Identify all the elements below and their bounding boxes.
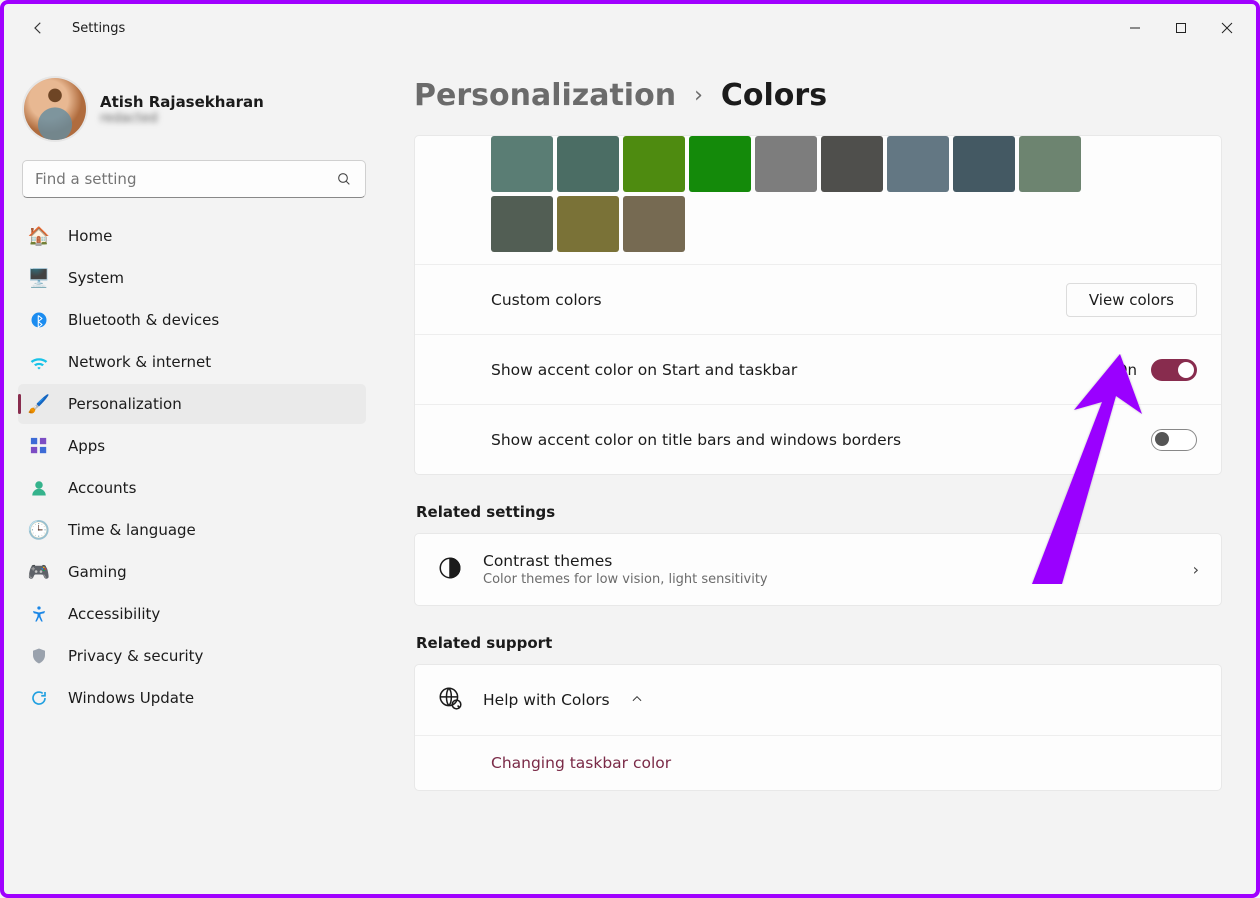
sidebar-item-label: Bluetooth & devices bbox=[68, 311, 219, 329]
sidebar-item-label: System bbox=[68, 269, 124, 287]
contrast-themes-card[interactable]: Contrast themes Color themes for low vis… bbox=[414, 533, 1222, 606]
titlebar: Settings bbox=[4, 4, 1256, 52]
chevron-up-icon bbox=[630, 691, 644, 710]
sidebar-item-bluetooth[interactable]: Bluetooth & devices bbox=[18, 300, 366, 340]
sidebar-item-label: Privacy & security bbox=[68, 647, 203, 665]
sidebar-item-system[interactable]: 🖥️ System bbox=[18, 258, 366, 298]
breadcrumb-parent[interactable]: Personalization bbox=[414, 78, 676, 113]
accent-title-label: Show accent color on title bars and wind… bbox=[491, 431, 1151, 449]
color-swatch[interactable] bbox=[689, 136, 751, 192]
accent-titlebar-row: Show accent color on title bars and wind… bbox=[415, 404, 1221, 474]
color-swatch[interactable] bbox=[887, 136, 949, 192]
toggle-state-label: On bbox=[1116, 361, 1137, 379]
maximize-button[interactable] bbox=[1158, 8, 1204, 48]
color-swatch[interactable] bbox=[623, 136, 685, 192]
search-icon bbox=[333, 171, 355, 187]
sidebar-item-label: Personalization bbox=[68, 395, 182, 413]
color-swatch[interactable] bbox=[953, 136, 1015, 192]
sidebar-item-update[interactable]: Windows Update bbox=[18, 678, 366, 718]
apps-icon bbox=[28, 435, 50, 457]
personalization-icon: 🖌️ bbox=[28, 393, 50, 415]
sidebar-item-label: Home bbox=[68, 227, 112, 245]
custom-colors-row: Custom colors View colors bbox=[415, 264, 1221, 334]
user-email: redacted bbox=[100, 111, 264, 126]
sidebar-item-gaming[interactable]: 🎮 Gaming bbox=[18, 552, 366, 592]
sidebar-item-accounts[interactable]: Accounts bbox=[18, 468, 366, 508]
sidebar-item-label: Time & language bbox=[68, 521, 196, 539]
color-swatch[interactable] bbox=[491, 196, 553, 252]
network-icon bbox=[28, 351, 50, 373]
accent-title-toggle[interactable] bbox=[1151, 429, 1197, 451]
view-colors-button[interactable]: View colors bbox=[1066, 283, 1197, 317]
sidebar-item-label: Windows Update bbox=[68, 689, 194, 707]
color-swatch[interactable] bbox=[1019, 136, 1081, 192]
custom-colors-label: Custom colors bbox=[491, 291, 1066, 309]
sidebar-item-apps[interactable]: Apps bbox=[18, 426, 366, 466]
contrast-title: Contrast themes bbox=[483, 552, 1173, 570]
search-field[interactable] bbox=[35, 170, 333, 188]
back-button[interactable] bbox=[24, 14, 52, 42]
related-support-heading: Related support bbox=[416, 634, 1222, 652]
help-colors-panel: Help with Colors Changing taskbar color bbox=[414, 664, 1222, 791]
accounts-icon bbox=[28, 477, 50, 499]
sidebar-item-label: Network & internet bbox=[68, 353, 211, 371]
chevron-right-icon: › bbox=[1193, 560, 1199, 579]
color-swatch[interactable] bbox=[755, 136, 817, 192]
color-swatch[interactable] bbox=[557, 196, 619, 252]
accent-start-taskbar-row: Show accent color on Start and taskbar O… bbox=[415, 334, 1221, 404]
privacy-icon bbox=[28, 645, 50, 667]
accent-start-toggle[interactable] bbox=[1151, 359, 1197, 381]
help-icon bbox=[437, 685, 463, 715]
contrast-icon bbox=[437, 555, 463, 585]
sidebar-item-time[interactable]: 🕒 Time & language bbox=[18, 510, 366, 550]
gaming-icon: 🎮 bbox=[28, 561, 50, 583]
search-input[interactable] bbox=[22, 160, 366, 198]
home-icon: 🏠 bbox=[28, 225, 50, 247]
sidebar-item-network[interactable]: Network & internet bbox=[18, 342, 366, 382]
nav: 🏠 Home 🖥️ System Bluetooth & devices Netwo… bbox=[18, 216, 370, 718]
help-title: Help with Colors bbox=[483, 691, 610, 709]
accent-start-label: Show accent color on Start and taskbar bbox=[491, 361, 1116, 379]
accent-color-swatches bbox=[415, 136, 1221, 264]
user-block[interactable]: Atish Rajasekharan redacted bbox=[18, 60, 370, 160]
help-colors-header[interactable]: Help with Colors bbox=[415, 665, 1221, 735]
colors-panel: Custom colors View colors Show accent co… bbox=[414, 135, 1222, 475]
color-swatch[interactable] bbox=[821, 136, 883, 192]
sidebar-item-label: Accounts bbox=[68, 479, 136, 497]
changing-taskbar-color-link[interactable]: Changing taskbar color bbox=[415, 735, 1221, 790]
sidebar-item-privacy[interactable]: Privacy & security bbox=[18, 636, 366, 676]
minimize-button[interactable] bbox=[1112, 8, 1158, 48]
color-swatch[interactable] bbox=[557, 136, 619, 192]
breadcrumb: Personalization › Colors bbox=[414, 78, 1222, 113]
related-settings-heading: Related settings bbox=[416, 503, 1222, 521]
system-icon: 🖥️ bbox=[28, 267, 50, 289]
chevron-right-icon: › bbox=[694, 83, 703, 108]
color-swatch[interactable] bbox=[491, 136, 553, 192]
color-swatch[interactable] bbox=[623, 196, 685, 252]
avatar bbox=[24, 78, 86, 140]
main-content: Personalization › Colors Custom colors V… bbox=[384, 52, 1256, 894]
close-button[interactable] bbox=[1204, 8, 1250, 48]
bluetooth-icon bbox=[28, 309, 50, 331]
sidebar-item-home[interactable]: 🏠 Home bbox=[18, 216, 366, 256]
sidebar-item-label: Apps bbox=[68, 437, 105, 455]
user-name: Atish Rajasekharan bbox=[100, 93, 264, 111]
app-title: Settings bbox=[72, 21, 125, 36]
update-icon bbox=[28, 687, 50, 709]
time-icon: 🕒 bbox=[28, 519, 50, 541]
sidebar-item-accessibility[interactable]: Accessibility bbox=[18, 594, 366, 634]
contrast-sub: Color themes for low vision, light sensi… bbox=[483, 572, 1173, 587]
sidebar-item-personalization[interactable]: 🖌️ Personalization bbox=[18, 384, 366, 424]
page-title: Colors bbox=[721, 78, 827, 113]
accessibility-icon bbox=[28, 603, 50, 625]
sidebar-item-label: Gaming bbox=[68, 563, 127, 581]
sidebar-item-label: Accessibility bbox=[68, 605, 160, 623]
sidebar: Atish Rajasekharan redacted 🏠 Home 🖥️ Syst… bbox=[4, 52, 384, 894]
